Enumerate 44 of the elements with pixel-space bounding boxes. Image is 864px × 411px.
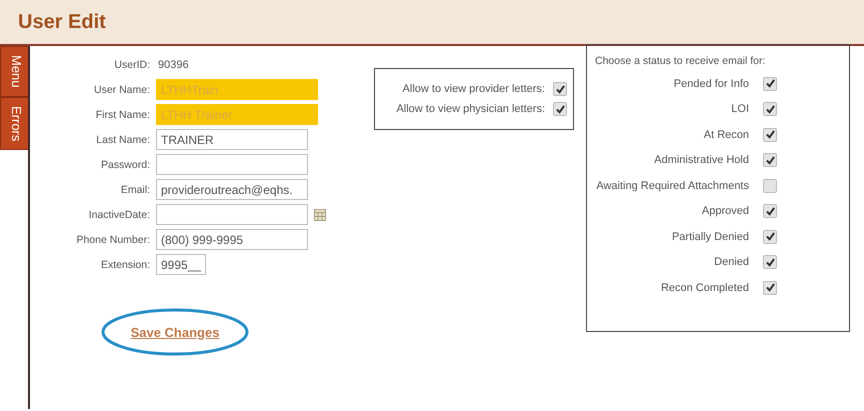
checkbox[interactable] (763, 102, 777, 116)
field-label: Email: (120, 184, 151, 196)
status-label: Awaiting Required Attachments (596, 180, 749, 192)
checkbox[interactable] (763, 153, 777, 168)
checkbox[interactable] (553, 82, 567, 96)
field-label: User Name: (92, 84, 151, 96)
field-label: InactiveDate: (88, 208, 151, 220)
status-label: At Recon (704, 128, 749, 141)
option-label: Allow to view physician letters: (396, 103, 545, 115)
option-label: Allow to view provider letters: (402, 83, 545, 95)
save-changes-link[interactable]: Save Changes (130, 324, 220, 340)
checkbox[interactable] (763, 255, 777, 270)
field-label: Phone Number: (75, 234, 151, 246)
field-label: First Name: (94, 108, 151, 120)
field-label: UserID: (113, 58, 151, 70)
checkbox[interactable] (763, 128, 777, 142)
input-field[interactable]: (800) 999-9995 (156, 229, 308, 250)
input-field[interactable]: 9995__ (156, 254, 206, 275)
input-field[interactable] (156, 154, 308, 175)
checkbox[interactable] (553, 102, 567, 116)
checkbox[interactable] (763, 178, 777, 193)
page-title: User Edit (18, 10, 106, 34)
checkbox[interactable] (763, 230, 777, 244)
status-label: Administrative Hold (654, 154, 749, 166)
status-label: Recon Completed (660, 282, 749, 294)
status-label: Pended for Info (674, 78, 749, 90)
checkbox[interactable] (763, 76, 777, 91)
calendar-icon[interactable] (314, 208, 326, 220)
user-id-value: 90396 (157, 58, 189, 70)
input-field[interactable] (156, 204, 308, 225)
checkbox[interactable] (763, 280, 777, 295)
status-label: Denied (714, 256, 749, 268)
status-label: LOI (731, 103, 749, 116)
input-field[interactable]: provideroutreach@eqhs. (156, 179, 308, 200)
field-label: Password: (100, 158, 151, 170)
field-label: Extension: (100, 258, 151, 270)
side-tab[interactable]: Menu (0, 46, 28, 97)
panel-heading: Choose a status to receive email for: (595, 55, 766, 67)
input-field[interactable]: TRAINER (156, 129, 308, 150)
status-label: Approved (702, 205, 749, 218)
status-label: Partially Denied (672, 230, 749, 243)
checkbox[interactable] (763, 204, 777, 218)
field-label: Last Name: (95, 134, 151, 146)
side-tab[interactable]: Errors (0, 96, 28, 150)
